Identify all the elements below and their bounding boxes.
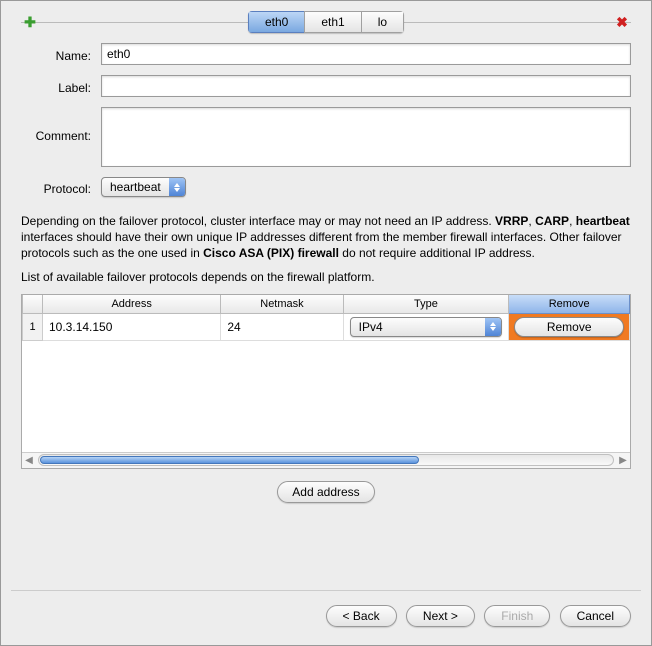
cell-remove: Remove: [509, 313, 630, 340]
row-protocol: Protocol: heartbeat: [21, 177, 631, 197]
name-label: Name:: [21, 46, 101, 63]
cell-type: IPv4: [343, 313, 509, 340]
select-arrows-icon: [485, 318, 501, 336]
back-button[interactable]: < Back: [326, 605, 397, 627]
tab-lo[interactable]: lo: [361, 11, 404, 33]
cancel-button[interactable]: Cancel: [560, 605, 631, 627]
row-comment: Comment:: [21, 107, 631, 167]
protocol-select[interactable]: heartbeat: [101, 177, 186, 197]
tab-eth1[interactable]: eth1: [304, 11, 360, 33]
horizontal-scrollbar[interactable]: ◀ ▶: [22, 452, 630, 468]
finish-button: Finish: [484, 605, 550, 627]
interface-tabs: eth0 eth1 lo: [248, 11, 404, 33]
comment-input[interactable]: [101, 107, 631, 167]
next-button[interactable]: Next >: [406, 605, 475, 627]
row-name: Name:: [21, 43, 631, 65]
tab-eth0[interactable]: eth0: [248, 11, 304, 33]
type-select[interactable]: IPv4: [350, 317, 503, 337]
add-interface-icon[interactable]: ✚: [23, 15, 37, 29]
protocol-value: heartbeat: [102, 178, 169, 196]
comment-label: Comment:: [21, 107, 101, 143]
name-input[interactable]: [101, 43, 631, 65]
type-value: IPv4: [351, 318, 486, 336]
col-rownum: [23, 295, 43, 314]
label-input[interactable]: [101, 75, 631, 97]
remove-interface-icon[interactable]: ✖: [615, 15, 629, 29]
scroll-thumb[interactable]: [40, 456, 419, 464]
dialog-window: ✚ ✖ eth0 eth1 lo Name: Label: Comment: P…: [0, 0, 652, 646]
scroll-left-icon[interactable]: ◀: [22, 455, 36, 466]
cell-address[interactable]: 10.3.14.150: [43, 313, 221, 340]
cell-netmask[interactable]: 24: [221, 313, 343, 340]
remove-row-button[interactable]: Remove: [514, 317, 624, 337]
address-table-scroll: Address Netmask Type Remove 1 10.3.14.15…: [22, 295, 630, 452]
content-area: Name: Label: Comment: Protocol: heartbea…: [21, 43, 631, 582]
add-address-button[interactable]: Add address: [277, 481, 374, 503]
protocol-label: Protocol:: [21, 179, 101, 196]
table-row: 1 10.3.14.150 24 IPv4 Remove: [23, 313, 630, 340]
row-number: 1: [23, 313, 43, 340]
row-label: Label:: [21, 75, 631, 97]
scroll-track[interactable]: [38, 454, 614, 466]
label-label: Label:: [21, 78, 101, 95]
address-table-container: Address Netmask Type Remove 1 10.3.14.15…: [21, 294, 631, 469]
tab-bar: ✚ ✖ eth0 eth1 lo: [1, 11, 651, 33]
col-address[interactable]: Address: [43, 295, 221, 314]
wizard-footer: < Back Next > Finish Cancel: [1, 591, 651, 645]
select-arrows-icon: [169, 178, 185, 196]
info-paragraph-2: List of available failover protocols dep…: [21, 270, 631, 284]
col-remove[interactable]: Remove: [509, 295, 630, 314]
info-paragraph-1: Depending on the failover protocol, clus…: [21, 213, 631, 262]
col-type[interactable]: Type: [343, 295, 509, 314]
address-table: Address Netmask Type Remove 1 10.3.14.15…: [22, 295, 630, 341]
scroll-right-icon[interactable]: ▶: [616, 455, 630, 466]
col-netmask[interactable]: Netmask: [221, 295, 343, 314]
